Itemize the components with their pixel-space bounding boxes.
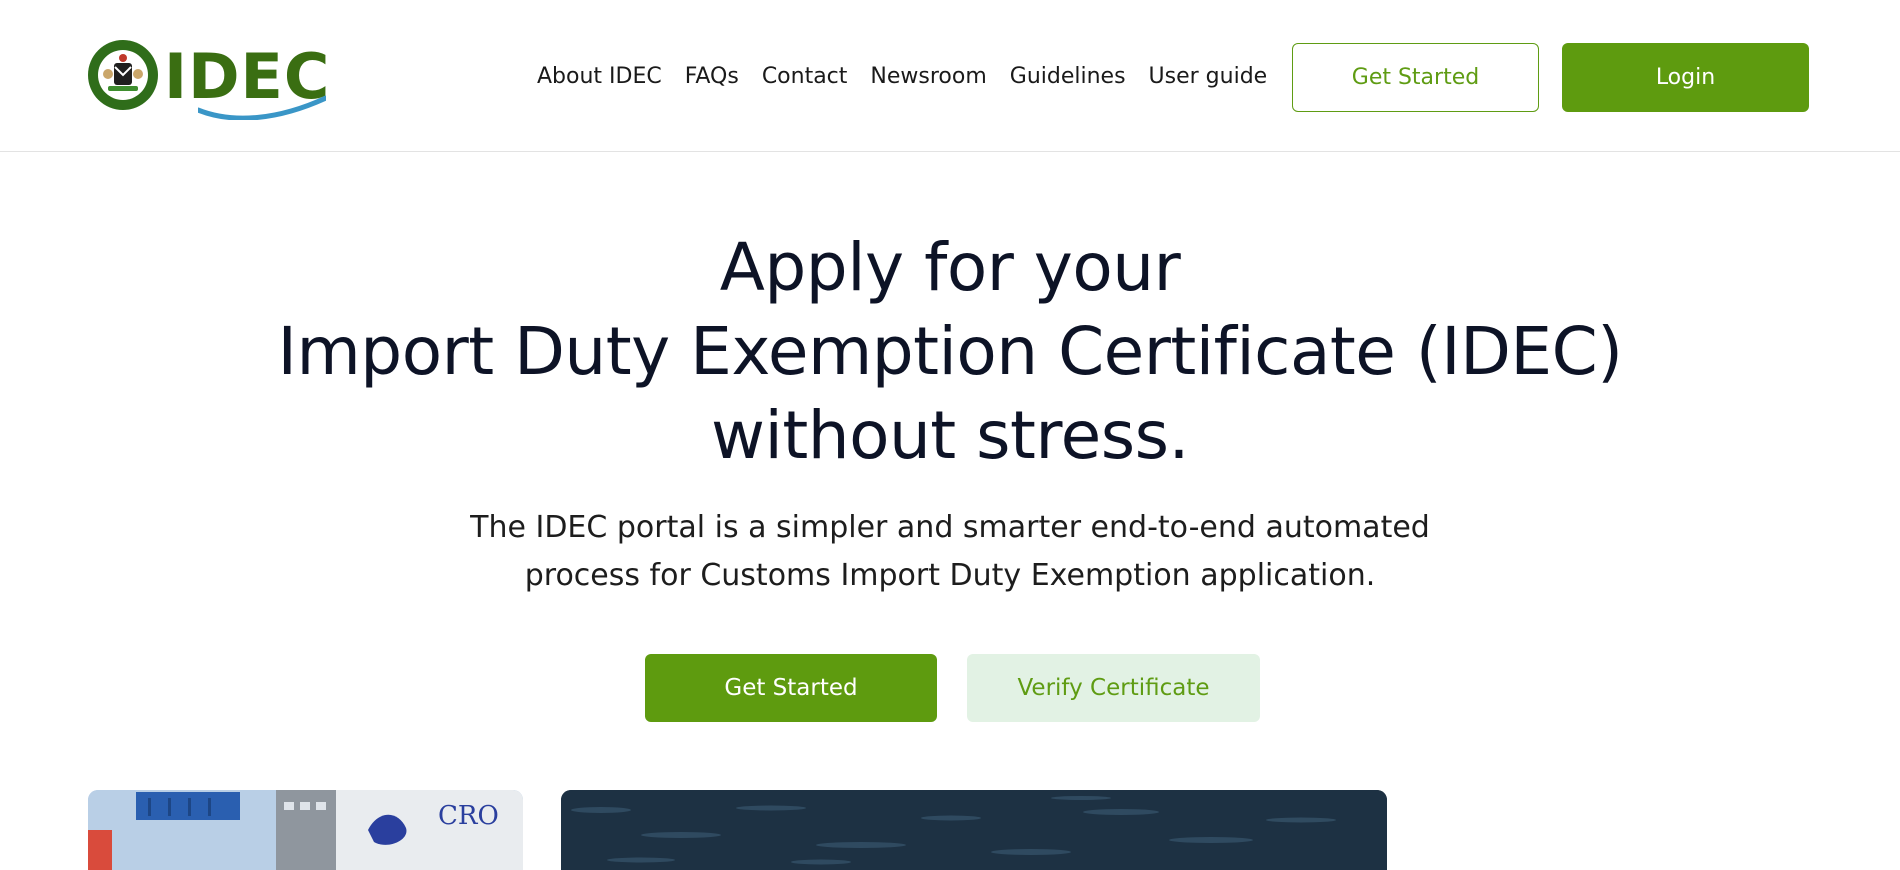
hero-get-started-button[interactable]: Get Started <box>645 654 937 722</box>
verify-certificate-button[interactable]: Verify Certificate <box>967 654 1260 722</box>
container-label: CRO <box>438 801 499 831</box>
nav-faqs[interactable]: FAQs <box>685 64 739 89</box>
hero-subtitle: The IDEC portal is a simpler and smarter… <box>0 504 1900 600</box>
idec-logo[interactable]: IDEC <box>86 38 329 120</box>
shipping-containers-image: CRO <box>88 790 523 870</box>
hero-subtitle-line-1: The IDEC portal is a simpler and smarter… <box>470 510 1430 545</box>
ocean-texture <box>561 790 1387 870</box>
hero-title-line-2: Import Duty Exemption Certificate (IDEC) <box>277 313 1623 390</box>
login-button[interactable]: Login <box>1562 43 1809 112</box>
hero-subtitle-line-2: process for Customs Import Duty Exemptio… <box>524 558 1376 593</box>
main-navigation: About IDEC FAQs Contact Newsroom Guideli… <box>537 58 1290 94</box>
coat-of-arms-seal-icon <box>88 40 158 110</box>
hero-title-line-3: without stress. <box>711 397 1189 474</box>
logo-wave-icon <box>198 95 326 120</box>
hero-title: Apply for your Import Duty Exemption Cer… <box>0 226 1900 478</box>
header-get-started-button[interactable]: Get Started <box>1292 43 1539 112</box>
nav-newsroom[interactable]: Newsroom <box>870 64 986 89</box>
hero-title-line-1: Apply for your <box>719 229 1181 306</box>
site-header: IDEC About IDEC FAQs Contact Newsroom Gu… <box>0 0 1900 152</box>
nav-guidelines[interactable]: Guidelines <box>1010 64 1126 89</box>
nav-user-guide[interactable]: User guide <box>1149 64 1268 89</box>
containers-illustration: CRO <box>88 790 523 870</box>
ocean-image <box>561 790 1387 870</box>
nav-contact[interactable]: Contact <box>762 64 848 89</box>
nav-about-idec[interactable]: About IDEC <box>537 64 662 89</box>
